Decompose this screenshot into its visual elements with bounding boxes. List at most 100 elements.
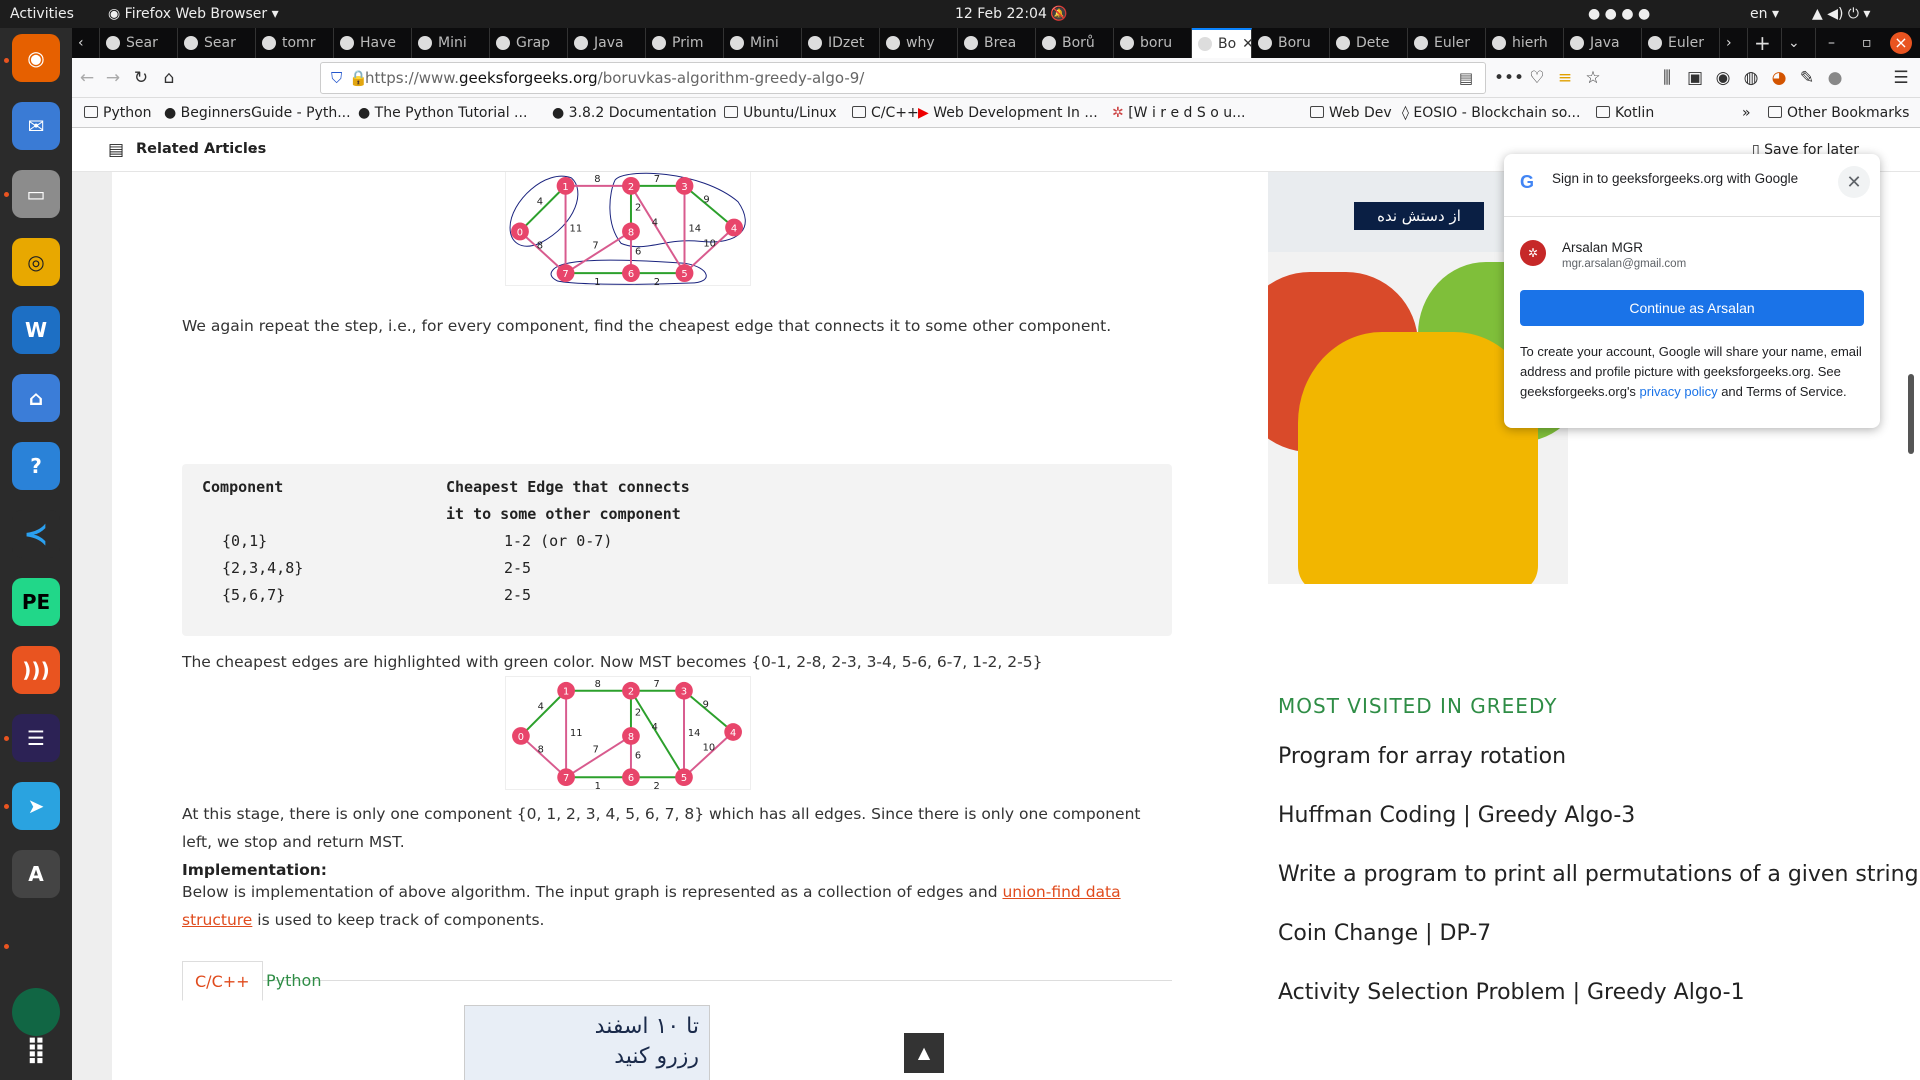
- reload-icon[interactable]: ↻: [128, 65, 154, 91]
- node-label: 2: [628, 182, 634, 193]
- software-center-icon[interactable]: ⌂: [12, 374, 60, 422]
- back-icon[interactable]: ←: [74, 65, 100, 91]
- extension-icon[interactable]: ●: [1822, 65, 1848, 91]
- browser-tab[interactable]: Java: [1564, 28, 1642, 58]
- restore-icon[interactable]: ▫: [1856, 28, 1890, 58]
- page-scrollbar-thumb[interactable]: [1908, 374, 1914, 454]
- browser-tab[interactable]: Prim: [646, 28, 724, 58]
- new-tab-icon[interactable]: +: [1748, 28, 1782, 58]
- advertisement[interactable]: تا ۱۰ اسفند رزرو کنید: [464, 1005, 710, 1080]
- system-status-icons[interactable]: ▲ ◀) ⏻ ▾: [1812, 0, 1870, 28]
- browser-tab[interactable]: Brea: [958, 28, 1036, 58]
- browser-tab[interactable]: IDzet: [802, 28, 880, 58]
- extension-icon[interactable]: ◕: [1766, 65, 1792, 91]
- bookmark-folder[interactable]: Kotlin: [1596, 98, 1654, 128]
- edge-weight-label: 7: [593, 745, 599, 756]
- browser-tab[interactable]: why: [880, 28, 958, 58]
- extension-icon[interactable]: ≡: [1552, 65, 1578, 91]
- browser-tab[interactable]: boru: [1114, 28, 1192, 58]
- account-icon[interactable]: ◉: [1710, 65, 1736, 91]
- extension-icon[interactable]: ◍: [1738, 65, 1764, 91]
- pocket-icon[interactable]: ♡: [1524, 65, 1550, 91]
- tracking-protection-icon[interactable]: ⛉: [331, 63, 342, 93]
- browser-tab[interactable]: Sear: [178, 28, 256, 58]
- lock-icon[interactable]: 🔒: [349, 63, 368, 93]
- most-visited-link[interactable]: Write a program to print all permutation…: [1278, 862, 1919, 887]
- files-icon[interactable]: ▭: [12, 170, 60, 218]
- more-bookmarks-icon[interactable]: »: [1742, 98, 1751, 128]
- bookmark-folder[interactable]: C/C++: [852, 98, 919, 128]
- bookmark[interactable]: ● The Python Tutorial ...: [358, 98, 527, 128]
- software-updater-icon[interactable]: A: [12, 850, 60, 898]
- close-window-icon[interactable]: ×: [1890, 32, 1912, 54]
- browser-tab[interactable]: Sear: [100, 28, 178, 58]
- browser-tab[interactable]: Boru: [1252, 28, 1330, 58]
- browser-tab[interactable]: tomr: [256, 28, 334, 58]
- bookmark-folder[interactable]: Python: [84, 98, 152, 128]
- forward-icon[interactable]: →: [100, 65, 126, 91]
- browser-tab[interactable]: Euler: [1642, 28, 1720, 58]
- bookmark[interactable]: ▶ Web Development In ...: [918, 98, 1098, 128]
- rss-icon[interactable]: ))): [12, 646, 60, 694]
- browser-tab[interactable]: Grap: [490, 28, 568, 58]
- vscode-icon[interactable]: ≺: [12, 510, 60, 558]
- browser-tab[interactable]: Java: [568, 28, 646, 58]
- home-icon[interactable]: ⌂: [156, 65, 182, 91]
- privacy-policy-link[interactable]: privacy policy: [1640, 384, 1718, 399]
- bookmark[interactable]: ◊ EOSIO - Blockchain so...: [1402, 98, 1580, 128]
- show-applications-icon[interactable]: ⣿: [12, 1026, 60, 1074]
- browser-tab[interactable]: hierh: [1486, 28, 1564, 58]
- clock[interactable]: 12 Feb 22:04: [955, 0, 1047, 28]
- scroll-to-top-button[interactable]: ▲: [904, 1033, 944, 1073]
- activities-button[interactable]: Activities: [10, 0, 74, 28]
- continue-button[interactable]: Continue as Arsalan: [1520, 290, 1864, 326]
- browser-tab[interactable]: Euler: [1408, 28, 1486, 58]
- bookmark[interactable]: ● 3.8.2 Documentation: [552, 98, 717, 128]
- help-icon[interactable]: ?: [12, 442, 60, 490]
- thunderbird-icon[interactable]: ✉: [12, 102, 60, 150]
- library-icon[interactable]: ⫼: [1654, 65, 1680, 91]
- other-bookmarks-folder[interactable]: Other Bookmarks: [1768, 98, 1909, 128]
- extension-icon[interactable]: ✎: [1794, 65, 1820, 91]
- most-visited-link[interactable]: Huffman Coding | Greedy Algo-3: [1278, 803, 1635, 828]
- bookmark[interactable]: ● BeginnersGuide - Pyth...: [164, 98, 351, 128]
- browser-tab[interactable]: Mini: [724, 28, 802, 58]
- bookmark-folder[interactable]: Web Dev: [1310, 98, 1392, 128]
- most-visited-link[interactable]: Coin Change | DP-7: [1278, 921, 1491, 946]
- browser-tab[interactable]: Mini: [412, 28, 490, 58]
- bookmark[interactable]: ✲ [W i r e d S o u...: [1112, 98, 1245, 128]
- hamburger-menu-icon[interactable]: ☰: [1888, 65, 1914, 91]
- telegram-icon[interactable]: ➤: [12, 782, 60, 830]
- close-tab-icon[interactable]: ✕: [1242, 36, 1251, 52]
- bookmark-star-icon[interactable]: ☆: [1580, 65, 1606, 91]
- rhythmbox-icon[interactable]: ◎: [12, 238, 60, 286]
- minimize-icon[interactable]: –: [1822, 28, 1856, 58]
- browser-tab[interactable]: Bo ✕: [1192, 28, 1252, 58]
- close-icon[interactable]: ✕: [1838, 166, 1870, 198]
- most-visited-link[interactable]: Activity Selection Problem | Greedy Algo…: [1278, 980, 1745, 1005]
- browser-tab[interactable]: Dete: [1330, 28, 1408, 58]
- eclipse-icon[interactable]: ☰: [12, 714, 60, 762]
- firefox-app-menu[interactable]: ◉ Firefox Web Browser ▾: [108, 0, 279, 28]
- language-indicator[interactable]: en ▾: [1750, 0, 1779, 28]
- pycharm-icon[interactable]: PE: [12, 578, 60, 626]
- browser-tab[interactable]: Borů: [1036, 28, 1114, 58]
- tab-cpp[interactable]: C/C++: [182, 961, 263, 1001]
- most-visited-link[interactable]: Program for array rotation: [1278, 744, 1566, 769]
- browser-tab[interactable]: Have: [334, 28, 412, 58]
- tray-icons[interactable]: ● ● ● ●: [1588, 0, 1650, 28]
- reader-view-icon[interactable]: ▤: [1459, 63, 1473, 93]
- libreoffice-writer-icon[interactable]: W: [12, 306, 60, 354]
- tab-python[interactable]: Python: [254, 961, 333, 1001]
- code-row-edge: 2-5: [504, 559, 532, 577]
- page-actions-icon[interactable]: •••: [1494, 65, 1524, 91]
- firefox-icon[interactable]: ◉: [12, 34, 60, 82]
- related-articles-link[interactable]: Related Articles: [136, 141, 266, 157]
- bookmark-folder[interactable]: Ubuntu/Linux: [724, 98, 837, 128]
- tab-scroll-left-icon[interactable]: ‹: [72, 28, 100, 58]
- tab-scroll-right-icon[interactable]: ›: [1720, 28, 1748, 58]
- list-tabs-icon[interactable]: ⌄: [1782, 28, 1816, 58]
- sidebar-toggle-icon[interactable]: ▣: [1682, 65, 1708, 91]
- url-bar[interactable]: ⛉ 🔒 https://www.geeksforgeeks.org/boruvk…: [320, 62, 1486, 94]
- paragraph: The cheapest edges are highlighted with …: [182, 653, 1043, 671]
